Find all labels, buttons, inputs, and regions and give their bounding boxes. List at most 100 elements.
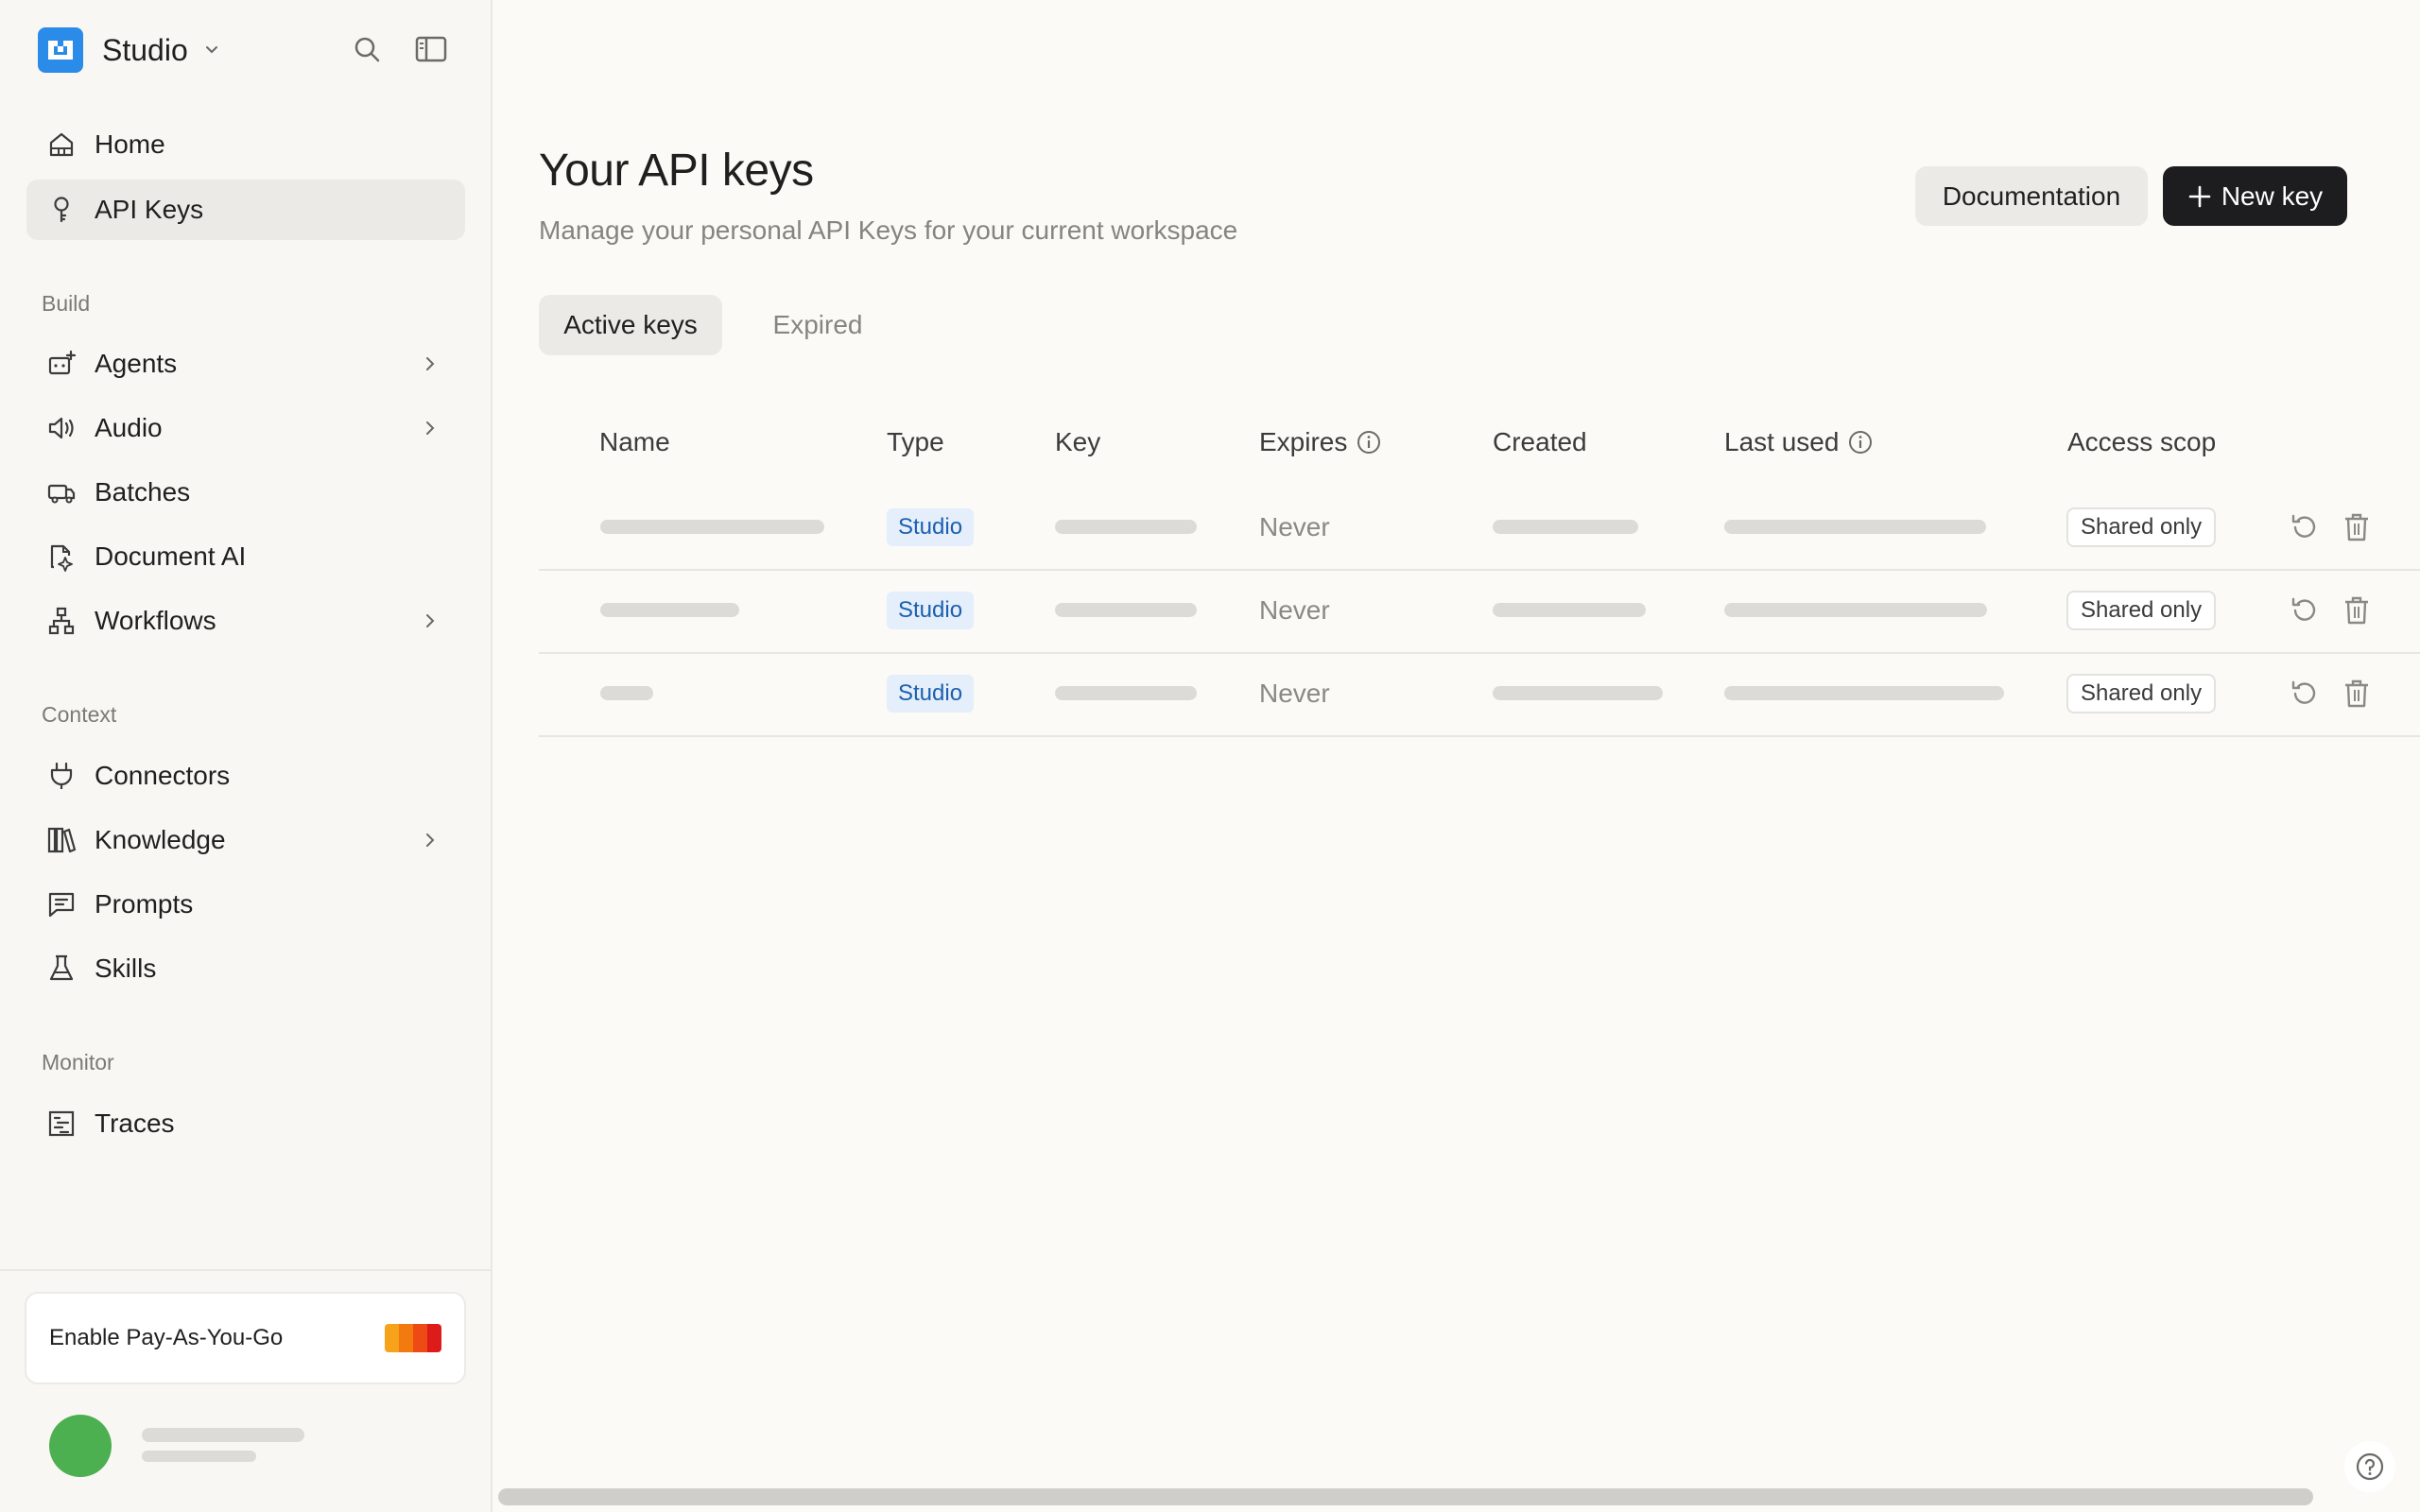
rotate-key-button[interactable] <box>2285 508 2323 546</box>
speaker-icon <box>45 412 78 444</box>
help-button[interactable] <box>2344 1441 2395 1492</box>
rotate-key-button[interactable] <box>2285 675 2323 713</box>
toggle-sidebar-button[interactable] <box>412 30 450 68</box>
sidebar-item-api-keys[interactable]: API Keys <box>26 180 465 240</box>
column-header-created[interactable]: Created <box>1493 427 1587 457</box>
expires-value: Never <box>1259 512 1330 541</box>
created-placeholder <box>1493 603 1646 617</box>
key-name-placeholder <box>600 686 653 700</box>
sidebar-item-label: Skills <box>95 954 157 983</box>
sidebar-item-traces[interactable]: Traces <box>26 1093 465 1154</box>
user-avatar[interactable] <box>49 1415 112 1477</box>
type-badge: Studio <box>887 508 975 546</box>
last-used-placeholder <box>1724 520 1986 534</box>
home-icon <box>45 129 78 161</box>
sidebar-item-label: Knowledge <box>95 825 226 854</box>
sidebar-item-agents[interactable]: Agents <box>26 334 465 394</box>
sidebar-item-connectors[interactable]: Connectors <box>26 746 465 806</box>
column-header-expires[interactable]: Expires <box>1259 427 1381 457</box>
sidebar-item-document-ai[interactable]: Document AI <box>26 526 465 587</box>
workspace-switcher[interactable]: Studio <box>38 26 222 74</box>
column-header-type[interactable]: Type <box>887 427 944 457</box>
sidebar-item-home[interactable]: Home <box>26 114 465 175</box>
delete-key-button[interactable] <box>2338 508 2376 546</box>
tab-label: Expired <box>772 310 863 339</box>
page-subtitle: Manage your personal API Keys for your c… <box>539 215 1238 245</box>
sidebar-divider <box>0 1269 491 1271</box>
chevron-down-icon <box>205 46 217 54</box>
column-header-last-used[interactable]: Last used <box>1724 427 1873 457</box>
delete-key-button[interactable] <box>2338 675 2376 713</box>
documentation-button[interactable]: Documentation <box>1915 166 2148 226</box>
sidebar-item-label: Agents <box>95 349 178 378</box>
traces-icon <box>45 1108 78 1140</box>
search-button[interactable] <box>348 30 386 68</box>
key-name-placeholder <box>600 603 739 617</box>
key-value-placeholder <box>1055 686 1197 700</box>
chevron-right-icon <box>426 421 435 435</box>
new-key-button-label: New key <box>2221 180 2324 211</box>
sidebar-item-knowledge[interactable]: Knowledge <box>26 810 465 870</box>
tab-label: Active keys <box>563 310 698 339</box>
trash-icon <box>2345 679 2368 708</box>
sidebar: Studio Home API Keys Build Agents Audio … <box>0 0 493 1512</box>
sidebar-item-label: Audio <box>95 413 163 442</box>
column-header-name[interactable]: Name <box>599 427 670 457</box>
table-row[interactable]: Studio Never Shared only <box>539 486 2420 569</box>
enable-payg-button[interactable]: Enable Pay-As-You-Go <box>25 1292 466 1384</box>
chevron-right-icon <box>426 614 435 627</box>
expires-value: Never <box>1259 679 1330 708</box>
section-label-build: Build <box>42 291 91 316</box>
scope-badge: Shared only <box>2066 674 2217 713</box>
studio-logo-icon <box>38 27 83 73</box>
sidebar-item-label: Workflows <box>95 606 216 635</box>
tab-active-keys[interactable]: Active keys <box>539 295 722 355</box>
flask-icon <box>45 953 78 985</box>
info-icon[interactable] <box>1848 430 1873 455</box>
sidebar-item-label: Batches <box>95 477 191 507</box>
new-key-button[interactable]: New key <box>2163 166 2347 226</box>
sidebar-item-batches[interactable]: Batches <box>26 462 465 523</box>
page-title: Your API keys <box>539 146 814 196</box>
column-header-access-scope[interactable]: Access scop <box>2067 427 2216 457</box>
user-email-placeholder <box>142 1451 256 1462</box>
type-badge: Studio <box>887 675 975 713</box>
sidebar-item-label: Connectors <box>95 761 231 790</box>
info-icon[interactable] <box>1357 430 1381 455</box>
sidebar-item-skills[interactable]: Skills <box>26 938 465 999</box>
tab-expired[interactable]: Expired <box>761 295 874 355</box>
rotate-ccw-icon <box>2291 680 2316 704</box>
key-value-placeholder <box>1055 603 1197 617</box>
column-header-key[interactable]: Key <box>1055 427 1100 457</box>
message-square-icon <box>45 888 78 920</box>
key-value-placeholder <box>1055 520 1197 534</box>
row-divider <box>539 735 2420 737</box>
rotate-ccw-icon <box>2291 597 2316 621</box>
table-row[interactable]: Studio Never Shared only <box>539 569 2420 652</box>
delete-key-button[interactable] <box>2338 592 2376 629</box>
rotate-key-button[interactable] <box>2285 592 2323 629</box>
sidebar-item-audio[interactable]: Audio <box>26 398 465 458</box>
batches-icon <box>45 476 78 508</box>
type-badge: Studio <box>887 592 975 629</box>
sidebar-item-label: Prompts <box>95 889 194 919</box>
sidebar-item-label: API Keys <box>95 195 204 224</box>
horizontal-scrollbar[interactable] <box>498 1488 2313 1505</box>
plus-icon <box>2188 185 2211 207</box>
trash-icon <box>2345 513 2368 541</box>
trash-icon <box>2345 596 2368 625</box>
main-content: Your API keys Manage your personal API K… <box>493 0 2420 1512</box>
payg-gradient-icon <box>385 1324 441 1352</box>
chevron-right-icon <box>426 357 435 370</box>
library-icon <box>45 824 78 856</box>
rotate-ccw-icon <box>2291 514 2316 538</box>
user-name-placeholder <box>142 1428 304 1442</box>
table-row[interactable]: Studio Never Shared only <box>539 652 2420 735</box>
sidebar-item-prompts[interactable]: Prompts <box>26 874 465 935</box>
expires-value: Never <box>1259 595 1330 625</box>
documentation-button-label: Documentation <box>1942 180 2121 211</box>
sidebar-item-label: Document AI <box>95 541 247 571</box>
sidebar-item-workflows[interactable]: Workflows <box>26 591 465 651</box>
last-used-placeholder <box>1724 603 1987 617</box>
help-circle-icon <box>2356 1452 2384 1481</box>
